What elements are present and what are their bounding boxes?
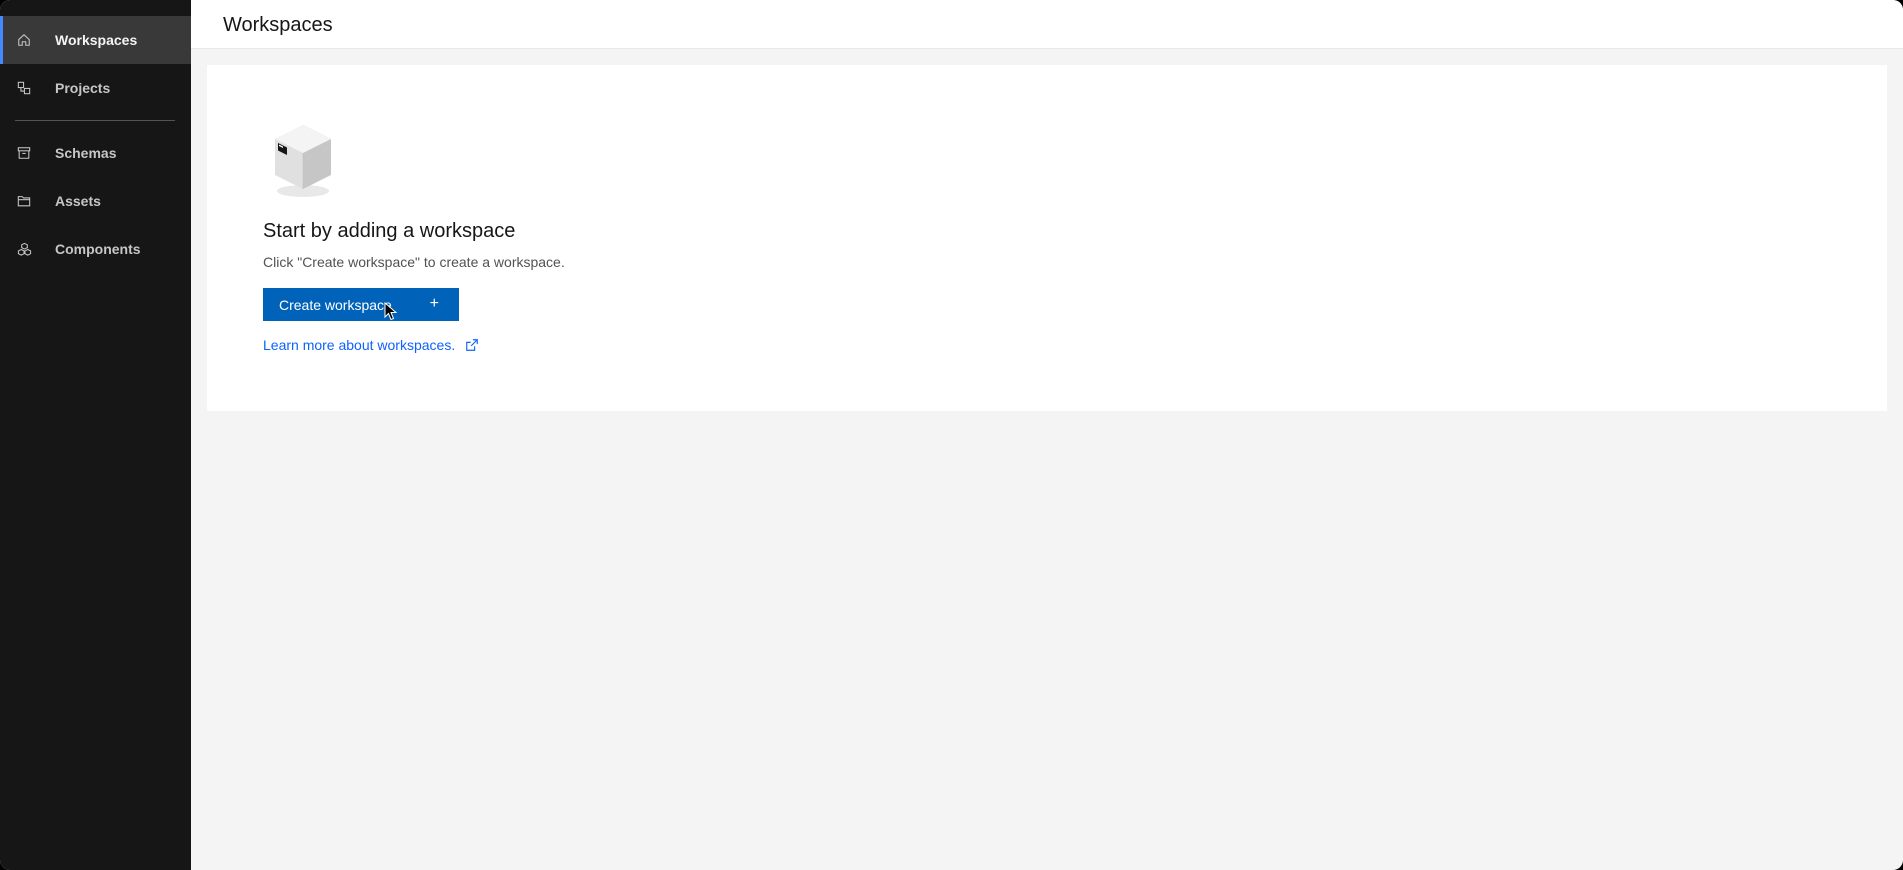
- nav-divider: [15, 120, 175, 121]
- sidebar-item-assets[interactable]: Assets: [0, 177, 191, 225]
- create-workspace-label: Create workspace: [279, 296, 392, 313]
- app-window: Workspaces Projects Schemas Assets Compo…: [0, 0, 1903, 870]
- sidebar-item-label: Schemas: [55, 145, 117, 161]
- box-pictogram-icon: [271, 121, 335, 201]
- page-title: Workspaces: [223, 14, 333, 36]
- mouse-pointer-icon: [384, 301, 398, 322]
- launch-icon: [465, 338, 479, 352]
- sidebar-item-schemas[interactable]: Schemas: [0, 129, 191, 177]
- archive-icon: [16, 145, 32, 161]
- sidebar-item-label: Workspaces: [55, 32, 138, 48]
- projects-icon: [16, 80, 32, 96]
- sidebar-item-label: Projects: [55, 80, 111, 96]
- empty-state-description: Click "Create workspace" to create a wor…: [263, 254, 565, 270]
- components-icon: [16, 241, 32, 257]
- empty-state-card: Start by adding a workspace Click "Creat…: [207, 65, 1887, 411]
- sidebar-item-components[interactable]: Components: [0, 225, 191, 273]
- sidebar: Workspaces Projects Schemas Assets Compo…: [0, 0, 191, 870]
- learn-more-label: Learn more about workspaces.: [263, 337, 456, 353]
- nav-group-secondary: Schemas Assets Components: [0, 129, 191, 273]
- sidebar-item-label: Components: [55, 241, 141, 257]
- page-header: Workspaces: [191, 0, 1903, 49]
- home-icon: [16, 32, 32, 48]
- folder-icon: [16, 193, 32, 209]
- learn-more-link[interactable]: Learn more about workspaces.: [263, 337, 479, 353]
- nav-group-primary: Workspaces Projects: [0, 0, 191, 112]
- sidebar-item-label: Assets: [55, 193, 101, 209]
- create-workspace-button[interactable]: Create workspace +: [263, 288, 459, 321]
- add-icon: +: [429, 295, 439, 312]
- empty-state-title: Start by adding a workspace: [263, 220, 516, 242]
- sidebar-item-projects[interactable]: Projects: [0, 64, 191, 112]
- sidebar-item-workspaces[interactable]: Workspaces: [0, 16, 191, 64]
